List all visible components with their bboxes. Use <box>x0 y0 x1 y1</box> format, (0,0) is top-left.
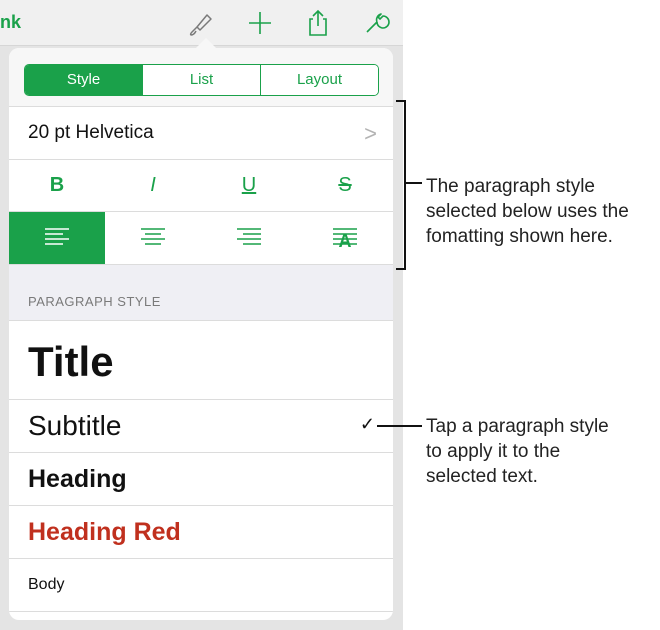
wrench-icon[interactable] <box>360 8 390 38</box>
style-item-label: Heading Red <box>28 518 181 546</box>
style-item-label: Heading <box>28 465 127 493</box>
format-callout: The paragraph style selected below uses … <box>426 174 629 249</box>
align-right-button[interactable] <box>201 212 297 264</box>
text-format-row: B I U S <box>9 160 393 212</box>
italic-button[interactable]: I <box>105 160 201 211</box>
right-align-icon <box>237 228 261 245</box>
share-icon[interactable] <box>303 8 333 38</box>
style-item-subtitle[interactable]: Subtitle ✓ <box>9 400 393 453</box>
tab-style[interactable]: Style <box>25 65 142 95</box>
tab-layout[interactable]: Layout <box>260 65 378 95</box>
style-item-label: Title <box>28 338 114 385</box>
align-center-button[interactable] <box>105 212 201 264</box>
app-name[interactable]: nk <box>0 12 21 33</box>
callout-leader-line <box>377 425 422 427</box>
callout-line: The paragraph style <box>426 176 595 197</box>
format-popover: Style List Layout 20 pt Helvetica > B I … <box>9 48 393 620</box>
section-header-label: PARAGRAPH STYLE <box>28 294 161 309</box>
popover-caret <box>196 38 216 48</box>
font-label: 20 pt Helvetica <box>28 122 154 143</box>
style-item-title[interactable]: Title <box>9 321 393 400</box>
segmented-control: Style List Layout <box>24 64 379 96</box>
paintbrush-icon[interactable] <box>186 8 216 38</box>
underline-button[interactable]: U <box>201 160 297 211</box>
style-item-label: Body <box>28 576 65 593</box>
tab-bar: Style List Layout <box>9 48 393 107</box>
callout-line: selected text. <box>426 466 538 487</box>
callout-line: Tap a paragraph style <box>426 416 609 437</box>
style-item-heading-red[interactable]: Heading Red <box>9 506 393 559</box>
justify-align-icon: A <box>333 228 357 249</box>
center-align-icon <box>141 228 165 245</box>
chevron-right-icon: > <box>364 121 377 146</box>
align-left-button[interactable] <box>9 212 105 264</box>
callout-bracket <box>396 100 406 270</box>
left-align-icon <box>45 228 69 245</box>
font-row[interactable]: 20 pt Helvetica > <box>9 107 393 160</box>
callout-line: to apply it to the <box>426 441 561 462</box>
align-justify-button[interactable]: A <box>297 212 393 264</box>
callout-line: fomatting shown here. <box>426 226 613 247</box>
style-callout: Tap a paragraph style to apply it to the… <box>426 414 609 489</box>
strikethrough-button[interactable]: S <box>297 160 393 211</box>
style-item-body[interactable]: Body <box>9 559 393 612</box>
alignment-row: A <box>9 212 393 265</box>
svg-text:A: A <box>339 231 352 249</box>
style-item-label: Subtitle <box>28 410 122 441</box>
tab-list[interactable]: List <box>142 65 260 95</box>
bold-button[interactable]: B <box>9 160 105 211</box>
style-item-heading[interactable]: Heading <box>9 453 393 506</box>
callout-line: selected below uses the <box>426 201 629 222</box>
checkmark-icon: ✓ <box>359 414 375 434</box>
plus-icon[interactable] <box>245 8 275 38</box>
paragraph-style-header: PARAGRAPH STYLE <box>9 265 393 321</box>
callout-bracket-tick <box>404 182 422 184</box>
